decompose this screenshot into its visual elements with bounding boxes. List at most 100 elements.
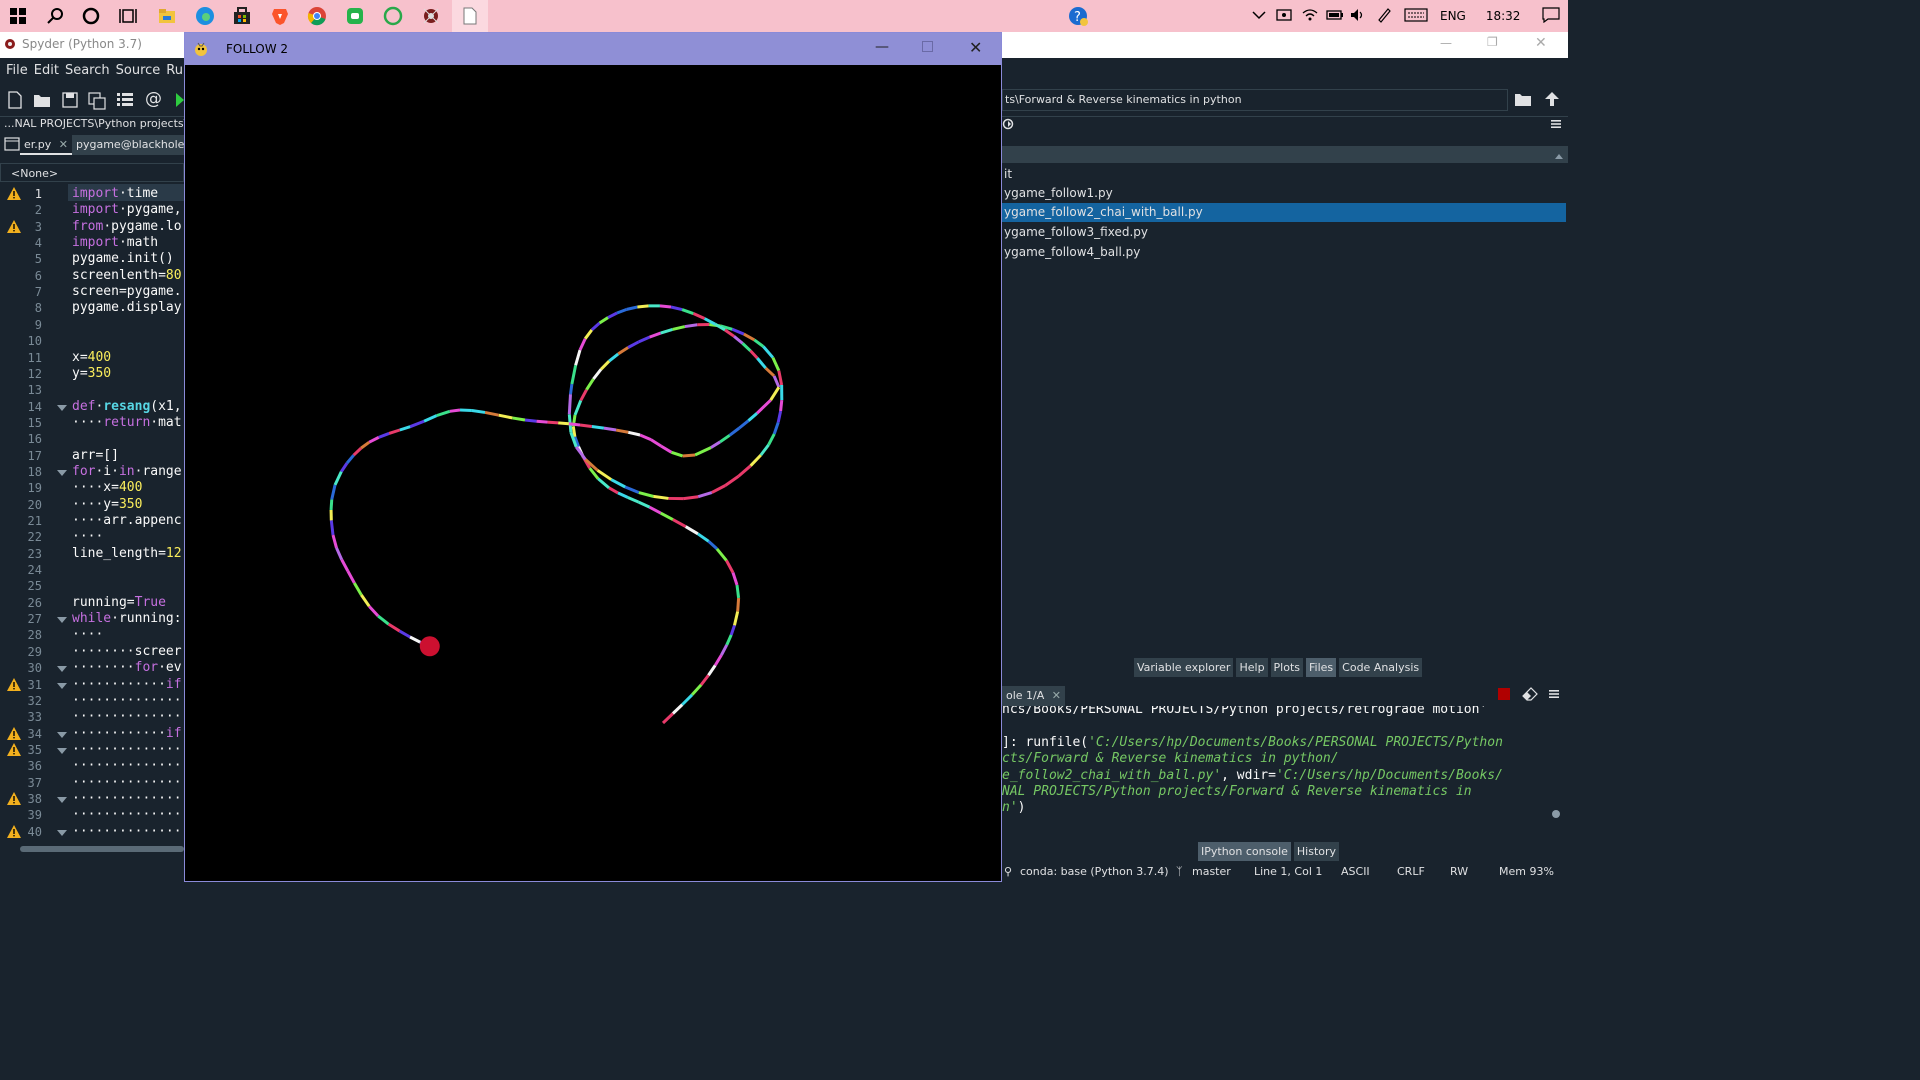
save-icon[interactable] bbox=[62, 92, 78, 111]
parent-directory-icon[interactable] bbox=[1544, 91, 1560, 110]
menu-search[interactable]: Search bbox=[65, 63, 110, 78]
sync-icon[interactable] bbox=[1002, 118, 1014, 133]
tab-code-analysis[interactable]: Code Analysis bbox=[1339, 658, 1423, 677]
fold-toggle-icon[interactable] bbox=[57, 469, 67, 476]
code-line[interactable]: ········screer bbox=[72, 644, 182, 659]
tab-ipython-console[interactable]: IPython console bbox=[1198, 842, 1291, 861]
meet-now-icon[interactable] bbox=[1276, 8, 1292, 25]
fold-toggle-icon[interactable] bbox=[57, 617, 67, 624]
warning-icon[interactable] bbox=[7, 677, 21, 691]
pygame-title-bar[interactable]: FOLLOW 2 — ✕ bbox=[185, 33, 1001, 65]
clock[interactable]: 18:32 bbox=[1486, 9, 1521, 23]
minimize-icon[interactable]: — bbox=[875, 39, 889, 55]
chrome-icon[interactable] bbox=[305, 4, 329, 28]
warning-icon[interactable] bbox=[7, 824, 21, 838]
run-icon[interactable] bbox=[176, 93, 184, 110]
tab-variable-explorer[interactable]: Variable explorer bbox=[1134, 658, 1234, 677]
tab-history[interactable]: History bbox=[1293, 842, 1340, 861]
scroll-up-icon[interactable] bbox=[1554, 149, 1564, 163]
code-line[interactable]: ····x=400 bbox=[72, 480, 142, 495]
tab-files[interactable]: Files bbox=[1306, 658, 1337, 677]
chevron-up-icon[interactable] bbox=[1252, 9, 1268, 23]
cortana-icon[interactable] bbox=[79, 4, 103, 28]
file-row-selected[interactable]: ygame_follow2_chai_with_ball.py bbox=[1002, 203, 1566, 222]
code-line[interactable]: screenlenth=80 bbox=[72, 268, 182, 283]
code-line[interactable]: ················ bbox=[72, 709, 184, 724]
minimize-icon[interactable]: — bbox=[1440, 36, 1452, 50]
console-tab[interactable]: ole 1/A ✕ bbox=[1002, 686, 1065, 706]
blank-document-icon[interactable] bbox=[452, 0, 488, 32]
outline-selector[interactable]: <None> bbox=[0, 163, 184, 182]
code-line[interactable]: import·pygame, bbox=[72, 202, 182, 217]
code-line[interactable]: ····arr.appenc bbox=[72, 513, 182, 528]
editor-tab-active[interactable]: er.py ✕ bbox=[20, 135, 72, 155]
console-menu-icon[interactable] bbox=[1548, 688, 1560, 703]
code-line[interactable]: ················ bbox=[72, 807, 184, 822]
scrollbar-thumb[interactable] bbox=[20, 846, 184, 852]
notification-icon[interactable] bbox=[1542, 6, 1562, 26]
code-line[interactable]: ···· bbox=[72, 529, 103, 544]
code-line[interactable]: from·pygame.lo bbox=[72, 219, 182, 234]
fold-toggle-icon[interactable] bbox=[57, 796, 67, 803]
code-line[interactable]: ················ bbox=[72, 824, 184, 839]
working-directory-path[interactable]: ts\Forward & Reverse kinematics in pytho… bbox=[1002, 89, 1508, 111]
close-icon[interactable]: ✕ bbox=[969, 38, 982, 57]
eraser-icon[interactable] bbox=[1522, 687, 1538, 704]
tab-plots[interactable]: Plots bbox=[1270, 658, 1304, 677]
scroll-left-icon[interactable] bbox=[4, 846, 9, 852]
volume-icon[interactable] bbox=[1350, 8, 1366, 25]
language-indicator[interactable]: ENG bbox=[1440, 9, 1466, 23]
code-line[interactable]: ····y=350 bbox=[72, 497, 142, 512]
wifi-icon[interactable] bbox=[1302, 8, 1318, 25]
code-line[interactable]: ················ bbox=[72, 758, 184, 773]
code-line[interactable]: pygame.init() bbox=[72, 251, 174, 266]
ipython-console[interactable]: ncs/Books/PERSONAL PROJECTS/Python proje… bbox=[1002, 706, 1550, 836]
battery-icon[interactable] bbox=[1326, 9, 1344, 24]
code-line[interactable]: ···· bbox=[72, 627, 103, 642]
fold-toggle-icon[interactable] bbox=[57, 666, 67, 673]
task-view-icon[interactable] bbox=[116, 4, 140, 28]
brave-icon[interactable] bbox=[268, 4, 292, 28]
hamburger-menu-icon[interactable] bbox=[1550, 118, 1562, 133]
code-line[interactable]: ····return·mat bbox=[72, 415, 182, 430]
store-icon[interactable] bbox=[230, 4, 254, 28]
code-line[interactable]: line_length=12 bbox=[72, 546, 182, 561]
tab-help[interactable]: Help bbox=[1236, 658, 1268, 677]
code-line[interactable]: running=True bbox=[72, 595, 166, 610]
code-line[interactable]: x=400 bbox=[72, 350, 111, 365]
code-line[interactable]: pygame.display bbox=[72, 300, 182, 315]
edge-icon[interactable] bbox=[193, 4, 217, 28]
menu-edit[interactable]: Edit bbox=[34, 63, 59, 78]
warning-icon[interactable] bbox=[7, 742, 21, 756]
fold-toggle-icon[interactable] bbox=[57, 731, 67, 738]
open-folder-icon[interactable] bbox=[33, 92, 51, 111]
code-line[interactable]: while·running: bbox=[72, 611, 182, 626]
stop-icon[interactable] bbox=[1498, 688, 1510, 700]
code-line[interactable]: ········for·ev bbox=[72, 660, 182, 675]
new-file-icon[interactable] bbox=[7, 91, 23, 112]
fold-toggle-icon[interactable] bbox=[57, 404, 67, 411]
restore-icon[interactable]: ❐ bbox=[1487, 35, 1498, 49]
help-icon[interactable]: ? bbox=[1066, 4, 1090, 28]
spyder-icon[interactable] bbox=[419, 4, 443, 28]
code-line[interactable]: screen=pygame. bbox=[72, 284, 182, 299]
browse-folder-icon[interactable] bbox=[1514, 91, 1532, 110]
code-editor[interactable]: 1 import·time 2 import·pygame, 3 from·pygame.… bbox=[0, 184, 184, 842]
fold-toggle-icon[interactable] bbox=[57, 829, 67, 836]
menu-source[interactable]: Source bbox=[116, 63, 161, 78]
code-line[interactable]: import·time bbox=[72, 186, 158, 201]
warning-icon[interactable] bbox=[7, 791, 21, 805]
whatsapp-icon[interactable] bbox=[343, 4, 367, 28]
console-scrollbar[interactable] bbox=[1550, 712, 1560, 824]
console-scrollbar-thumb[interactable] bbox=[1552, 810, 1560, 818]
file-explorer-icon[interactable] bbox=[155, 4, 179, 28]
close-icon[interactable]: ✕ bbox=[1535, 35, 1547, 51]
menu-file[interactable]: File bbox=[6, 63, 28, 78]
code-line[interactable]: arr=[] bbox=[72, 448, 119, 463]
code-line[interactable]: for·i·in·range bbox=[72, 464, 182, 479]
spotify-icon[interactable] bbox=[381, 4, 405, 28]
file-row[interactable]: ygame_follow1.py bbox=[1002, 184, 1566, 203]
pygame-window[interactable]: FOLLOW 2 — ✕ bbox=[184, 32, 1002, 882]
warning-icon[interactable] bbox=[7, 726, 21, 740]
code-line[interactable]: ················ bbox=[72, 791, 184, 806]
